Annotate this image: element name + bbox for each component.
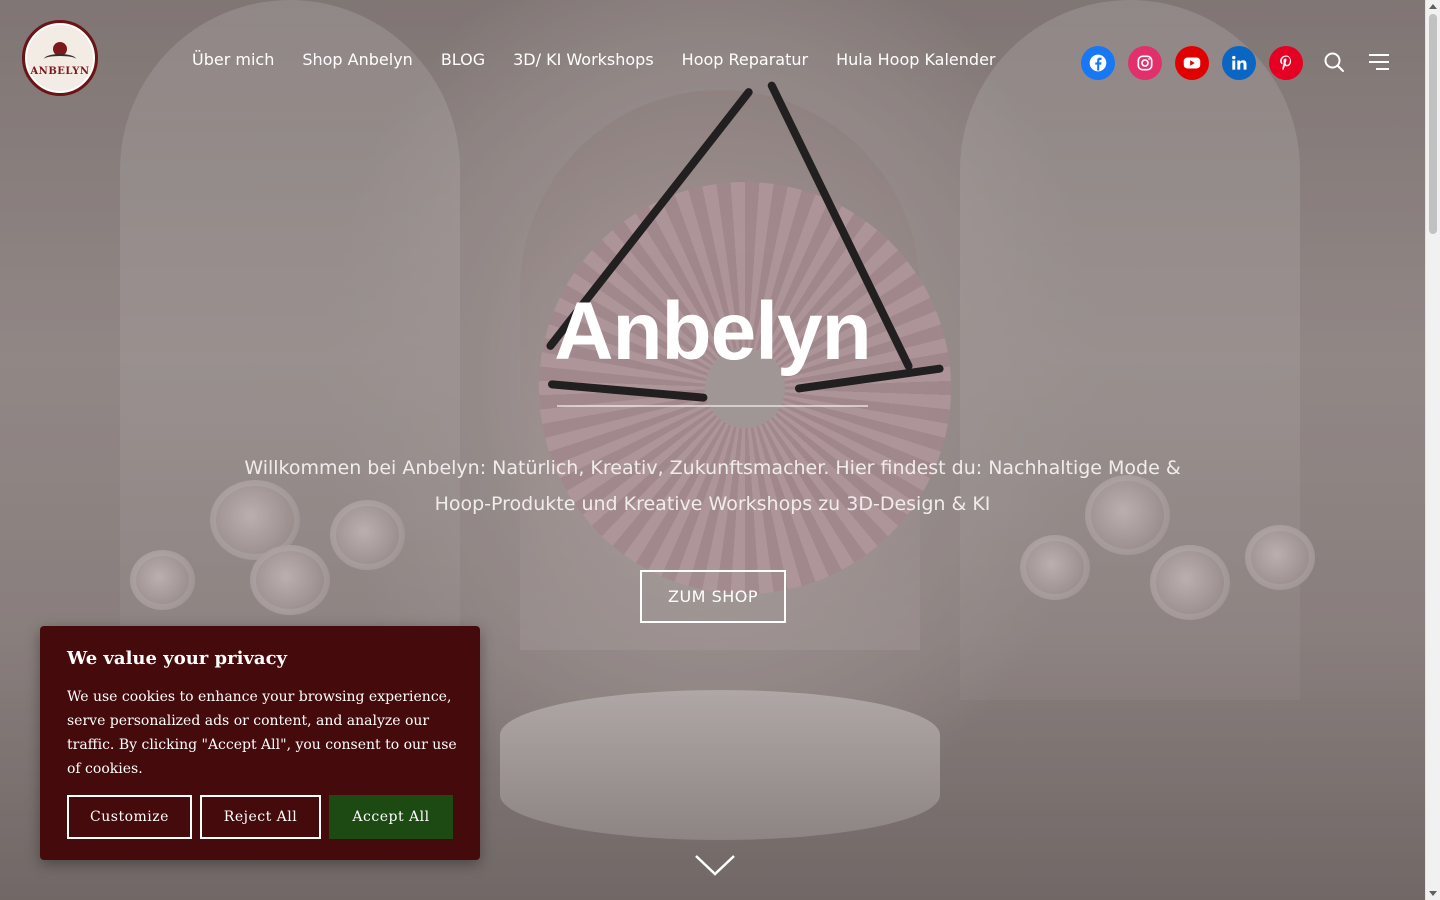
customize-button[interactable]: Customize [67, 795, 192, 839]
linkedin-icon[interactable] [1222, 46, 1256, 80]
hero-divider [557, 405, 868, 407]
facebook-icon[interactable] [1081, 46, 1115, 80]
scroll-down-arrow-icon[interactable] [1429, 891, 1437, 896]
social-links [1081, 46, 1303, 80]
cookie-consent-banner: We value your privacy We use cookies to … [40, 626, 480, 860]
pinterest-icon[interactable] [1269, 46, 1303, 80]
hero-title: Anbelyn [554, 286, 871, 377]
page-scrollbar[interactable] [1425, 0, 1440, 900]
scroll-up-arrow-icon[interactable] [1429, 4, 1437, 9]
menu-icon[interactable] [1367, 50, 1391, 74]
scroll-down-icon[interactable] [694, 852, 736, 878]
cookie-buttons: Customize Reject All Accept All [67, 795, 453, 839]
cookie-title: We value your privacy [67, 648, 287, 669]
nav-item-ueber-mich[interactable]: Über mich [178, 50, 288, 69]
search-icon[interactable] [1322, 50, 1346, 74]
cookie-text: We use cookies to enhance your browsing … [67, 689, 457, 777]
scrollbar-thumb[interactable] [1429, 14, 1437, 234]
nav-item-workshops[interactable]: 3D/ KI Workshops [499, 50, 668, 69]
nav-item-shop[interactable]: Shop Anbelyn [288, 50, 426, 69]
reject-all-button[interactable]: Reject All [200, 795, 321, 839]
main-navigation: Über mich Shop Anbelyn BLOG 3D/ KI Works… [178, 50, 1010, 69]
nav-item-hula-hoop-kalender[interactable]: Hula Hoop Kalender [822, 50, 1009, 69]
logo-text: ANBELYN [30, 65, 90, 77]
nav-item-blog[interactable]: BLOG [427, 50, 499, 69]
logo-emblem-icon [42, 40, 78, 66]
youtube-icon[interactable] [1175, 46, 1209, 80]
hero-description: Willkommen bei Anbelyn: Natürlich, Kreat… [244, 457, 1181, 515]
accept-all-button[interactable]: Accept All [329, 795, 453, 839]
shop-button[interactable]: ZUM SHOP [640, 570, 786, 623]
site-logo[interactable]: ANBELYN [22, 20, 98, 96]
nav-item-hoop-reparatur[interactable]: Hoop Reparatur [668, 50, 822, 69]
instagram-icon[interactable] [1128, 46, 1162, 80]
